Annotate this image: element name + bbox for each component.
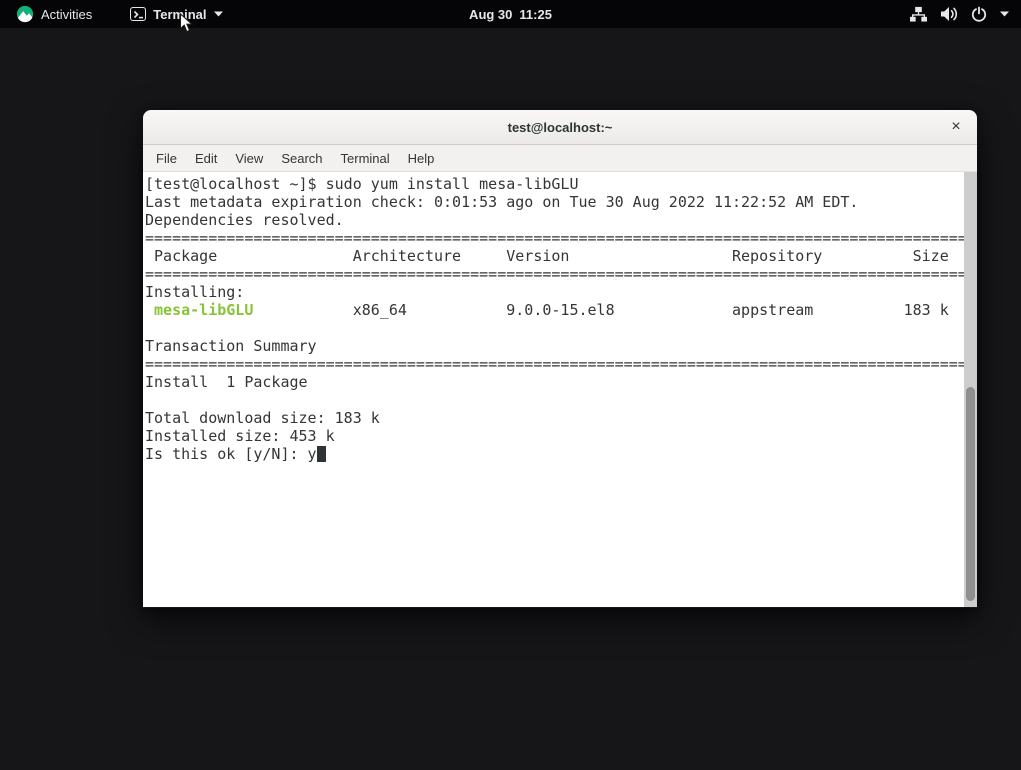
clock-time: 11:25 [519, 6, 552, 22]
power-icon [971, 6, 987, 22]
terminal-line: [test@localhost ~]$ sudo yum install mes… [145, 175, 579, 193]
terminal-line: Total download size: 183 k [145, 409, 380, 427]
terminal-line: Installed size: 453 k [145, 427, 335, 445]
menu-item-help[interactable]: Help [399, 147, 444, 170]
terminal-line: Transaction Summary [145, 337, 317, 355]
terminal-line: Install 1 Package [145, 373, 308, 391]
terminal-line: Installing: [145, 283, 245, 301]
top-bar-left: Activities Terminal [8, 3, 231, 25]
volume-icon [940, 6, 958, 22]
terminal-output[interactable]: [test@localhost ~]$ sudo yum install mes… [143, 172, 977, 607]
package-name: mesa-libGLU [154, 301, 254, 319]
window-title: test@localhost:~ [507, 119, 613, 135]
terminal-line: Last metadata expiration check: 0:01:53 … [145, 193, 859, 211]
system-status-area[interactable] [910, 6, 1009, 22]
top-bar: Activities Terminal Aug 30 11:25 [0, 0, 1021, 28]
close-icon[interactable]: × [943, 114, 969, 140]
app-menu-label: Terminal [153, 6, 207, 22]
clock-date: Aug 30 [469, 6, 513, 22]
terminal-line: ========================================… [145, 229, 967, 247]
app-menu-button[interactable]: Terminal [122, 5, 230, 24]
network-icon [910, 6, 927, 22]
terminal-line: ========================================… [145, 355, 967, 373]
terminal-app-icon [130, 7, 147, 21]
terminal-lines: [test@localhost ~]$ sudo yum install mes… [145, 175, 977, 463]
scrollbar-track[interactable] [964, 172, 977, 607]
distro-logo-icon [16, 5, 34, 23]
menu-item-view[interactable]: View [226, 147, 272, 170]
terminal-line: Is this ok [y/N]: y [145, 445, 977, 463]
menu-item-file[interactable]: File [147, 147, 186, 170]
chevron-down-icon [213, 11, 223, 17]
terminal-line: Package Architecture Version Repository … [145, 247, 949, 265]
menu-item-terminal[interactable]: Terminal [332, 147, 399, 170]
terminal-line: Dependencies resolved. [145, 211, 344, 229]
terminal-window: test@localhost:~ × File Edit View Search Ter… [143, 110, 977, 608]
terminal-line: mesa-libGLU x86_64 9.0.0-15.el8 appstrea… [154, 301, 949, 319]
chevron-down-icon [1000, 11, 1009, 17]
clock[interactable]: Aug 30 11:25 [469, 0, 552, 28]
menu-item-edit[interactable]: Edit [186, 147, 226, 170]
window-titlebar[interactable]: test@localhost:~ × [143, 110, 977, 145]
terminal-line: ========================================… [145, 265, 967, 283]
activities-button[interactable]: Activities [8, 3, 100, 25]
terminal-block-cursor [316, 446, 326, 462]
menu-item-search[interactable]: Search [272, 147, 331, 170]
activities-label: Activities [41, 6, 93, 22]
menu-bar: File Edit View Search Terminal Help [143, 145, 977, 172]
scrollbar-thumb[interactable] [966, 387, 975, 601]
